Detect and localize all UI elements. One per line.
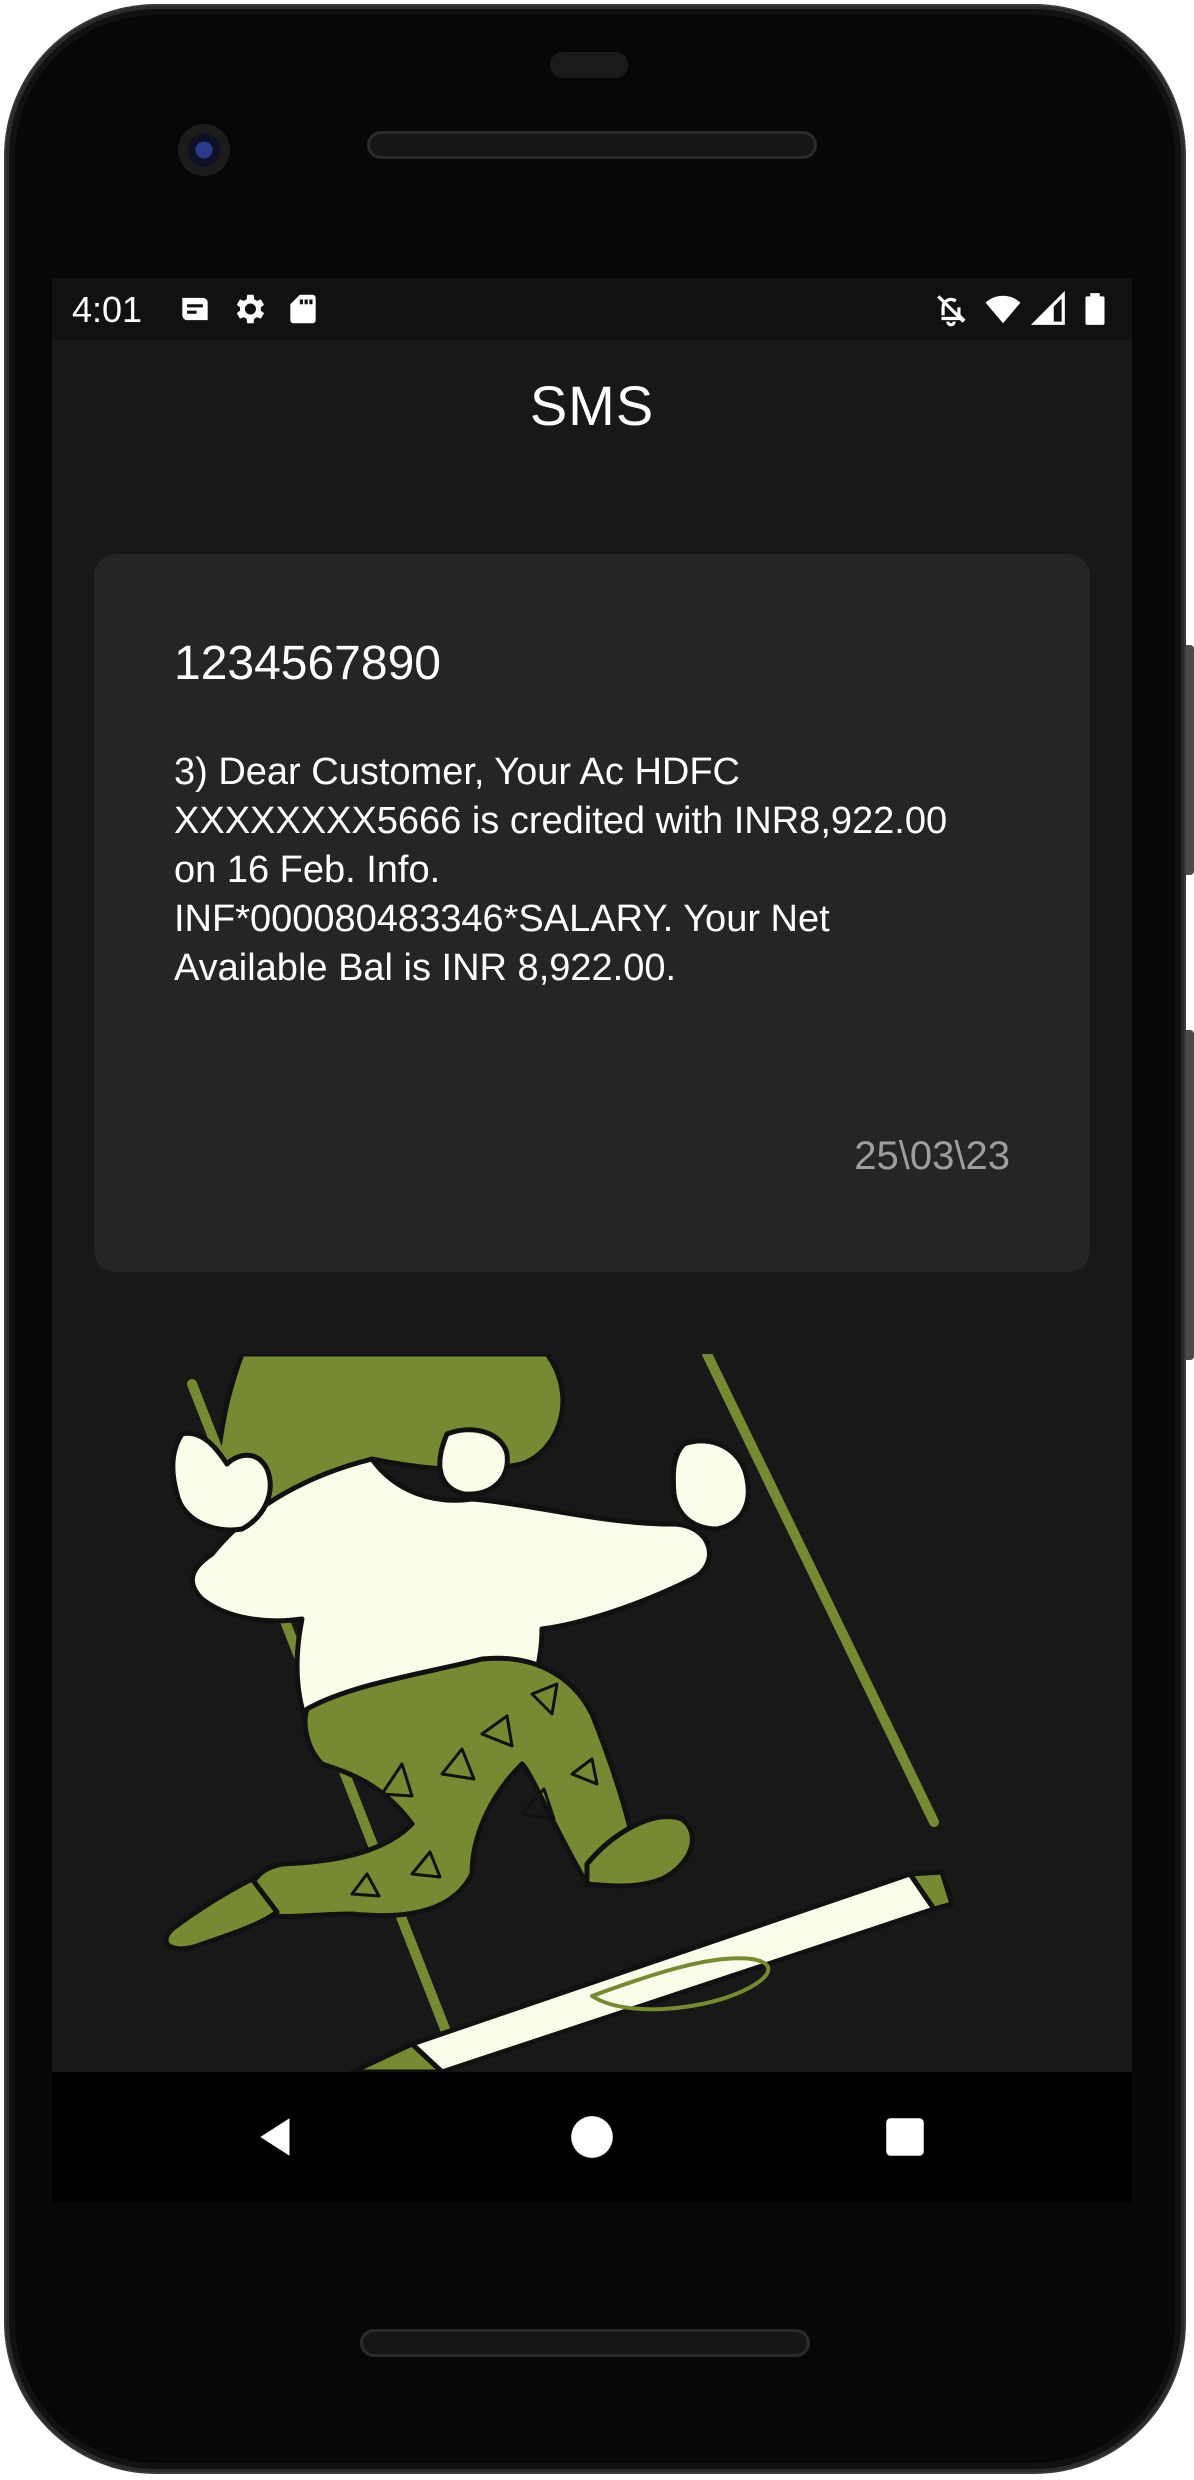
earpiece — [550, 52, 628, 78]
sms-date: 25\03\23 — [854, 1134, 1010, 1178]
navigation-bar — [52, 2072, 1132, 2202]
home-icon[interactable] — [557, 2102, 627, 2172]
notifications-off-icon — [932, 290, 970, 328]
app-bar: SMS — [52, 340, 1132, 470]
cellular-signal-icon — [1030, 290, 1068, 328]
sd-card-icon — [284, 290, 322, 328]
screen: 4:01 SMS 1234567890 3) Dear Customer, Yo… — [52, 278, 1132, 2072]
top-speaker — [367, 131, 817, 159]
wifi-icon — [984, 290, 1022, 328]
news-icon — [176, 290, 214, 328]
back-icon[interactable] — [242, 2102, 312, 2172]
page-title: SMS — [529, 373, 655, 437]
power-button — [1186, 645, 1194, 875]
sms-sender: 1234567890 — [174, 637, 441, 690]
bottom-speaker — [360, 2329, 810, 2357]
status-bar: 4:01 — [52, 278, 1132, 340]
front-camera — [178, 124, 230, 176]
recents-icon[interactable] — [870, 2102, 940, 2172]
battery-icon — [1076, 290, 1114, 328]
sms-message-body: 3) Dear Customer, Your Ac HDFC XXXXXXXX5… — [174, 751, 948, 989]
settings-icon — [230, 290, 268, 328]
status-time: 4:01 — [72, 289, 143, 330]
person-on-swing-illustration — [163, 1354, 955, 2072]
volume-button — [1186, 1030, 1194, 1360]
sms-card[interactable]: 1234567890 3) Dear Customer, Your Ac HDF… — [94, 554, 1090, 1272]
phone-frame: 4:01 SMS 1234567890 3) Dear Customer, Yo… — [0, 0, 1194, 2480]
